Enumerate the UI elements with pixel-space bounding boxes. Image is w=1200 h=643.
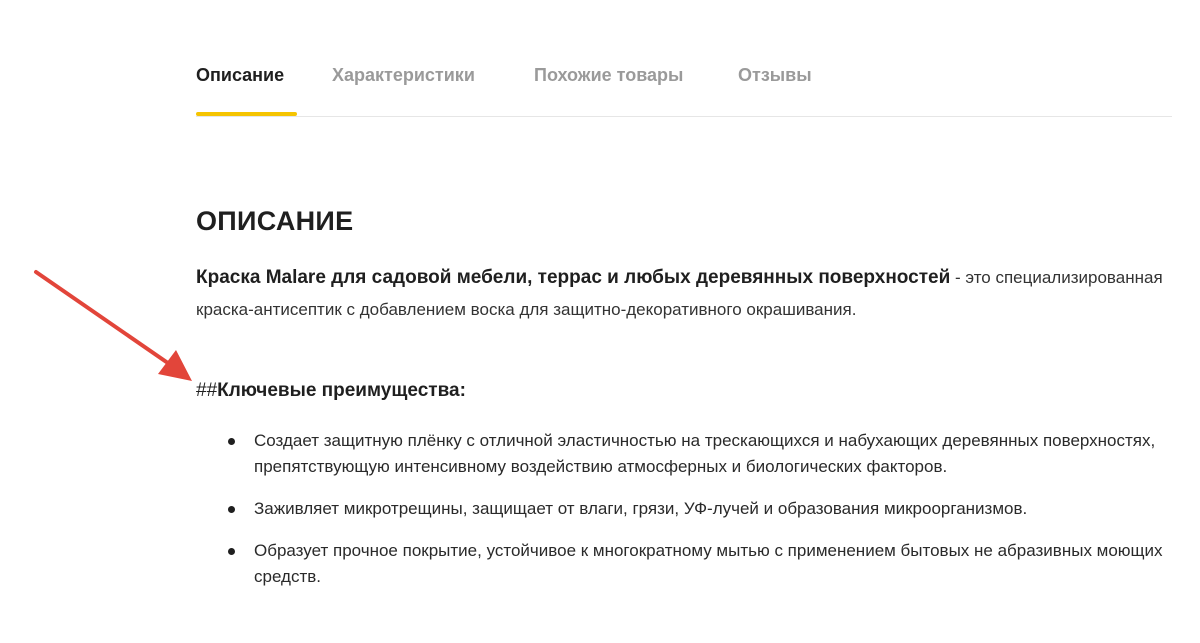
markdown-hashes: ## (196, 380, 218, 401)
active-tab-indicator (196, 112, 297, 116)
product-description-page: Описание Характеристики Похожие товары О… (0, 0, 1200, 643)
list-item: Создает защитную плёнку с отличной эласт… (226, 428, 1176, 480)
list-item-text: Образует прочное покрытие, устойчивое к … (254, 541, 1163, 586)
product-name-bold: Краска Malare для садовой мебели, террас… (196, 267, 951, 288)
list-item-text: Создает защитную плёнку с отличной эласт… (254, 431, 1156, 476)
bullet-dot-icon (228, 438, 235, 445)
bullet-dot-icon (228, 506, 235, 513)
product-tabs: Описание Характеристики Похожие товары О… (196, 0, 1172, 117)
tab-reviews[interactable]: Отзывы (738, 64, 812, 86)
section-title: ОПИСАНИЕ (196, 206, 354, 236)
tab-similar-products[interactable]: Похожие товары (534, 64, 683, 86)
bullet-dot-icon (228, 548, 235, 555)
description-intro: Краска Malare для садовой мебели, террас… (196, 262, 1181, 326)
benefits-heading-text: Ключевые преимущества: (217, 380, 466, 401)
tab-specifications[interactable]: Характеристики (332, 64, 475, 86)
list-item: Образует прочное покрытие, устойчивое к … (226, 538, 1176, 590)
list-item-text: Заживляет микротрещины, защищает от влаг… (254, 499, 1028, 518)
benefits-list: Создает защитную плёнку с отличной эласт… (226, 428, 1176, 606)
benefits-heading: ##Ключевые преимущества: (196, 378, 466, 404)
tab-description[interactable]: Описание (196, 64, 284, 86)
list-item: Заживляет микротрещины, защищает от влаг… (226, 496, 1176, 522)
